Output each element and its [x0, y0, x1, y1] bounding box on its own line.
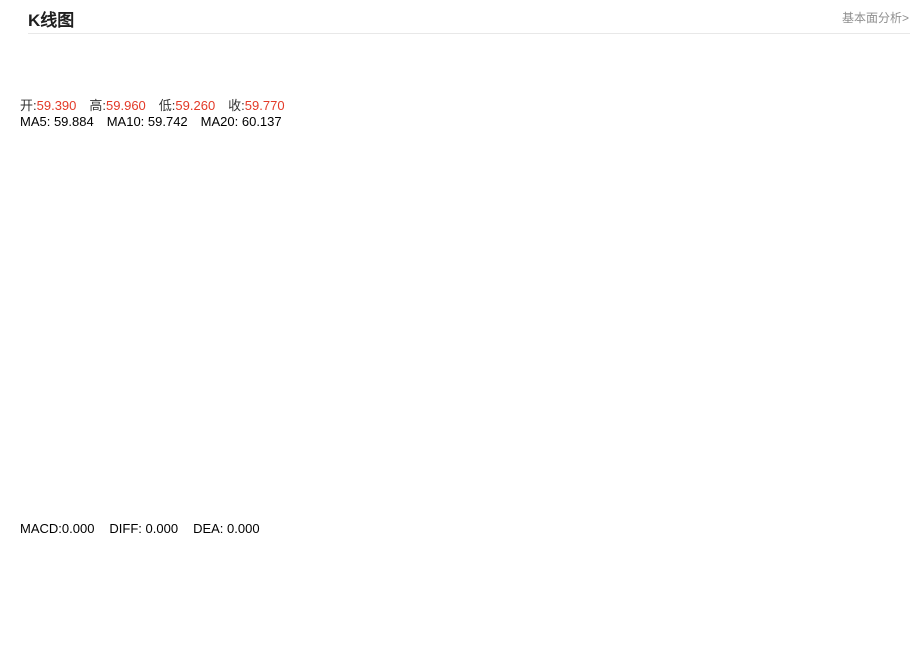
kline-chart[interactable] [0, 90, 917, 651]
fundamental-analysis-link[interactable]: 基本面分析> [842, 9, 909, 26]
page-title: K线图 [28, 11, 75, 30]
page-header: K线图 基本面分析> [0, 0, 917, 34]
header-divider [28, 33, 910, 34]
